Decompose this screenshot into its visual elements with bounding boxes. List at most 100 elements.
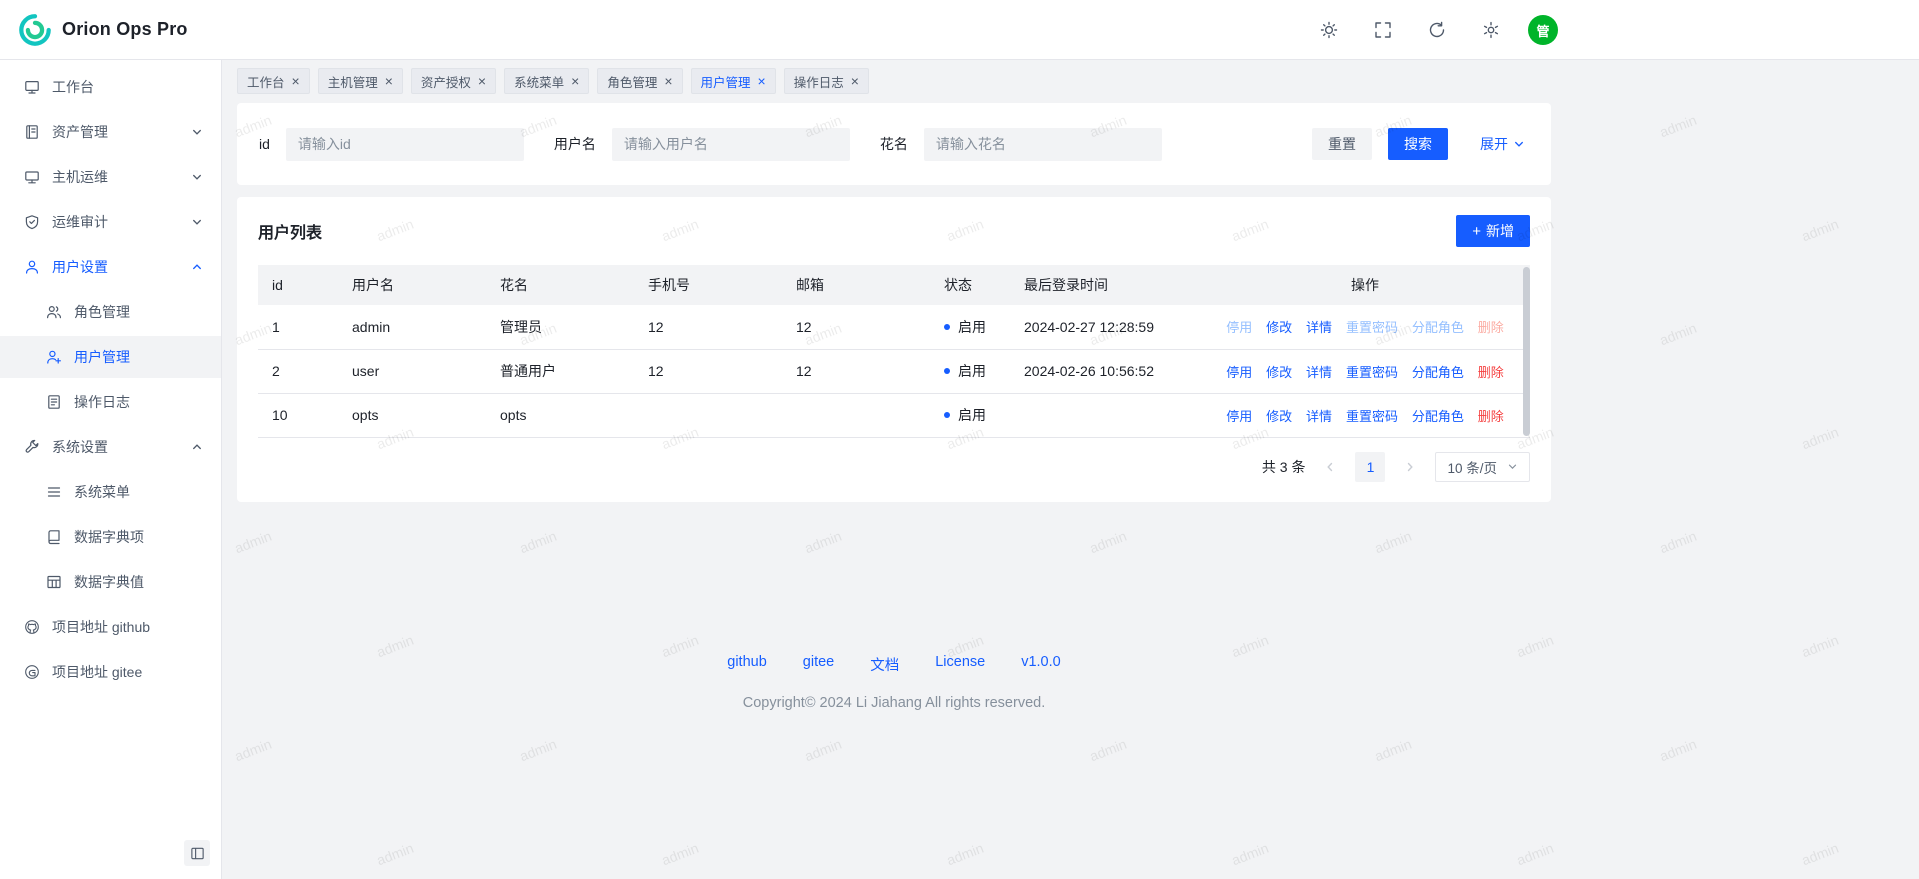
sidebar-collapse-button[interactable] [184,840,210,866]
expand-button[interactable]: 展开 [1476,128,1529,160]
sidebar-item-label: 数据字典项 [74,527,144,547]
sidebar-item-user-management[interactable]: 用户管理 [0,336,221,378]
page-size-select[interactable]: 10 条/页 [1435,452,1530,482]
action-edit-link[interactable]: 修改 [1266,320,1292,335]
header-actions: 管 [1312,0,1558,60]
sidebar-item-role-management[interactable]: 角色管理 [0,291,221,333]
tab-bar: 工作台 × 主机管理 × 资产授权 × 系统菜单 × 角色管理 × 用户管理 ×… [222,60,1919,103]
prev-page-button[interactable] [1315,452,1345,482]
sidebar-item-operation-log[interactable]: 操作日志 [0,381,221,423]
column-nickname: 花名 [486,265,634,305]
refresh-button[interactable] [1420,13,1454,47]
column-status: 状态 [930,265,1010,305]
host-monitor-icon [24,169,40,185]
sidebar-item-dict-item[interactable]: 数据字典项 [0,516,221,558]
action-disable-link[interactable]: 停用 [1226,365,1252,380]
status-badge: 启用 [958,405,986,425]
close-icon[interactable]: × [664,74,672,88]
close-icon[interactable]: × [758,74,766,88]
pagination: 共 3 条 1 10 条/页 [258,452,1530,482]
sidebar-item-system-settings[interactable]: 系统设置 [0,426,221,468]
add-user-button[interactable]: + 新增 [1456,215,1530,247]
collapse-icon [190,846,205,861]
sidebar-item-ops-audit[interactable]: 运维审计 [0,201,221,243]
action-reset-password-link[interactable]: 重置密码 [1346,320,1398,335]
sidebar-item-gitee[interactable]: 项目地址 gitee [0,651,221,693]
search-button[interactable]: 搜索 [1388,128,1448,160]
action-reset-password-link[interactable]: 重置密码 [1346,365,1398,380]
next-page-button[interactable] [1395,452,1425,482]
chevron-up-icon [191,261,203,273]
action-delete-link[interactable]: 删除 [1478,365,1504,380]
table-scrollbar[interactable] [1523,267,1530,436]
footer-link-gitee[interactable]: gitee [803,654,834,675]
log-document-icon [46,394,62,410]
action-detail-link[interactable]: 详情 [1306,409,1332,424]
tab-operation-log[interactable]: 操作日志 × [784,68,869,94]
cell-mobile: 12 [634,305,782,349]
close-icon[interactable]: × [571,74,579,88]
action-edit-link[interactable]: 修改 [1266,409,1292,424]
sidebar-item-user-settings[interactable]: 用户设置 [0,246,221,288]
action-disable-link[interactable]: 停用 [1226,409,1252,424]
sidebar-item-github[interactable]: 项目地址 github [0,606,221,648]
tab-workbench[interactable]: 工作台 × [237,68,310,94]
close-icon[interactable]: × [478,74,486,88]
sidebar-item-asset-management[interactable]: 资产管理 [0,111,221,153]
tab-role-management[interactable]: 角色管理 × [597,68,682,94]
action-assign-role-link[interactable]: 分配角色 [1412,409,1464,424]
cell-mobile: 12 [634,349,782,393]
fullscreen-button[interactable] [1366,13,1400,47]
reset-button[interactable]: 重置 [1312,128,1372,160]
footer-link-license[interactable]: License [935,654,985,675]
sidebar-item-workbench[interactable]: 工作台 [0,66,221,108]
sidebar-item-system-menu[interactable]: 系统菜单 [0,471,221,513]
tab-system-menu[interactable]: 系统菜单 × [504,68,589,94]
sidebar-item-dict-value[interactable]: 数据字典值 [0,561,221,603]
theme-toggle-button[interactable] [1312,13,1346,47]
action-edit-link[interactable]: 修改 [1266,365,1292,380]
tab-label: 工作台 [247,72,285,91]
tab-user-management[interactable]: 用户管理 × [691,68,776,94]
page-footer: github gitee 文档 License v1.0.0 Copyright… [237,654,1551,711]
nickname-input[interactable] [924,128,1162,161]
action-reset-password-link[interactable]: 重置密码 [1346,409,1398,424]
tab-asset-authorization[interactable]: 资产授权 × [411,68,496,94]
action-assign-role-link[interactable]: 分配角色 [1412,320,1464,335]
plus-icon: + [1472,224,1481,239]
cell-nickname: 普通用户 [486,349,634,393]
add-label: 新增 [1486,221,1514,241]
footer-link-github[interactable]: github [727,654,767,675]
action-delete-link[interactable]: 删除 [1478,409,1504,424]
table-grid-icon [46,574,62,590]
action-detail-link[interactable]: 详情 [1306,320,1332,335]
page-number-button[interactable]: 1 [1355,452,1385,482]
sidebar-item-label: 用户设置 [52,257,108,277]
chevron-down-icon [191,126,203,138]
close-icon[interactable]: × [385,74,393,88]
tab-host-management[interactable]: 主机管理 × [318,68,403,94]
nickname-label: 花名 [880,134,908,154]
avatar[interactable]: 管 [1528,15,1558,45]
cell-status: 启用 [930,393,1010,437]
footer-link-docs[interactable]: 文档 [870,654,899,675]
chevron-up-icon [191,441,203,453]
sidebar-item-host-ops[interactable]: 主机运维 [0,156,221,198]
action-assign-role-link[interactable]: 分配角色 [1412,365,1464,380]
sidebar-item-label: 项目地址 gitee [52,662,142,682]
action-disable-link[interactable]: 停用 [1226,320,1252,335]
close-icon[interactable]: × [851,74,859,88]
action-detail-link[interactable]: 详情 [1306,365,1332,380]
id-input[interactable] [286,128,524,161]
chevron-down-icon [1507,461,1518,472]
menu-lines-icon [46,484,62,500]
cell-actions: 停用 修改 详情 重置密码 分配角色 删除 [1200,305,1530,349]
cell-username: user [338,349,486,393]
username-field-group: 用户名 [554,128,850,161]
settings-button[interactable] [1474,13,1508,47]
username-input[interactable] [612,128,850,161]
close-icon[interactable]: × [292,74,300,88]
action-delete-link[interactable]: 删除 [1478,320,1504,335]
user-add-icon [46,349,62,365]
footer-link-version[interactable]: v1.0.0 [1021,654,1061,675]
